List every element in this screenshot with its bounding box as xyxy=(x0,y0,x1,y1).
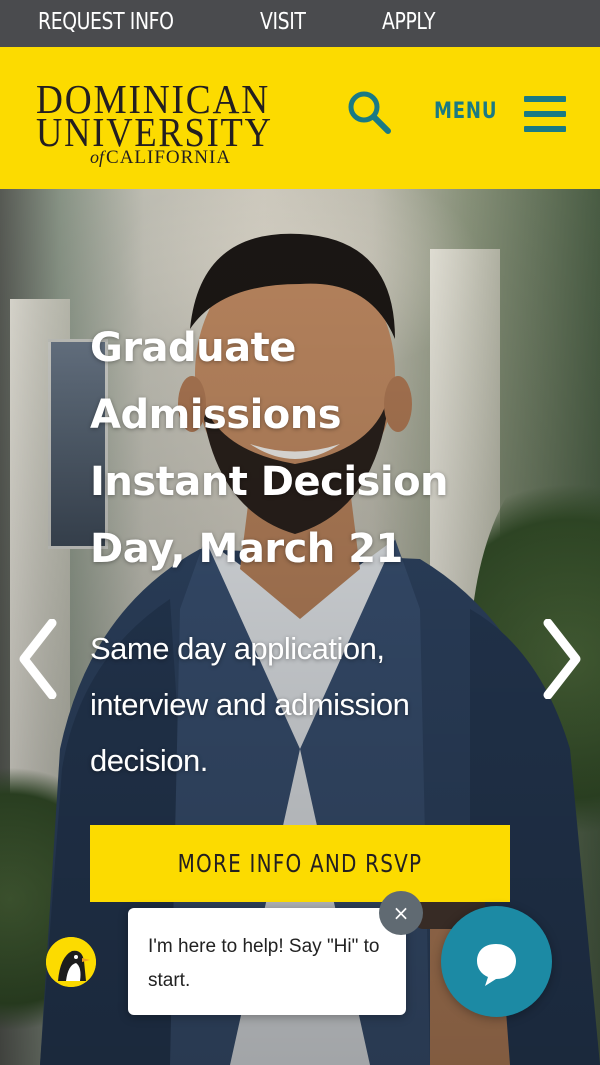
apply-link[interactable]: APPLY xyxy=(382,9,436,35)
slide-description: Same day application, interview and admi… xyxy=(90,631,410,778)
cta-label: MORE INFO AND RSVP xyxy=(177,849,423,878)
slide-title: Graduate Admissions Instant Decision Day… xyxy=(90,325,449,572)
more-info-rsvp-button[interactable]: MORE INFO AND RSVP xyxy=(90,825,510,902)
chevron-left-icon xyxy=(19,618,57,700)
close-icon[interactable]: × xyxy=(379,891,423,935)
chat-greeting-text: I'm here to help! Say "Hi" to start. xyxy=(148,936,380,991)
university-logo[interactable]: DOMINICAN UNIVERSITY of CALIFORNIA xyxy=(36,75,336,171)
logo-line-california: of CALIFORNIA xyxy=(90,147,231,169)
chat-launcher-button[interactable] xyxy=(441,906,552,1017)
chevron-right-icon xyxy=(543,618,581,700)
logo-california: CALIFORNIA xyxy=(106,147,232,168)
next-slide-button[interactable] xyxy=(540,618,584,700)
chat-avatar[interactable] xyxy=(46,937,96,987)
penguin-icon xyxy=(46,937,96,987)
search-button[interactable] xyxy=(346,89,392,135)
chat-greeting-bubble[interactable]: I'm here to help! Say "Hi" to start. xyxy=(128,908,406,1015)
visit-link[interactable]: VISIT xyxy=(260,9,306,35)
hamburger-icon[interactable] xyxy=(524,96,566,132)
previous-slide-button[interactable] xyxy=(16,618,60,700)
utility-nav: REQUEST INFO VISIT APPLY xyxy=(0,0,600,47)
search-icon xyxy=(348,91,391,134)
chat-bubble-icon xyxy=(477,944,516,986)
request-info-link[interactable]: REQUEST INFO xyxy=(38,9,174,35)
logo-of: of xyxy=(90,147,105,167)
site-header: DOMINICAN UNIVERSITY of CALIFORNIA MENU xyxy=(0,47,600,189)
menu-label[interactable]: MENU xyxy=(434,99,497,124)
